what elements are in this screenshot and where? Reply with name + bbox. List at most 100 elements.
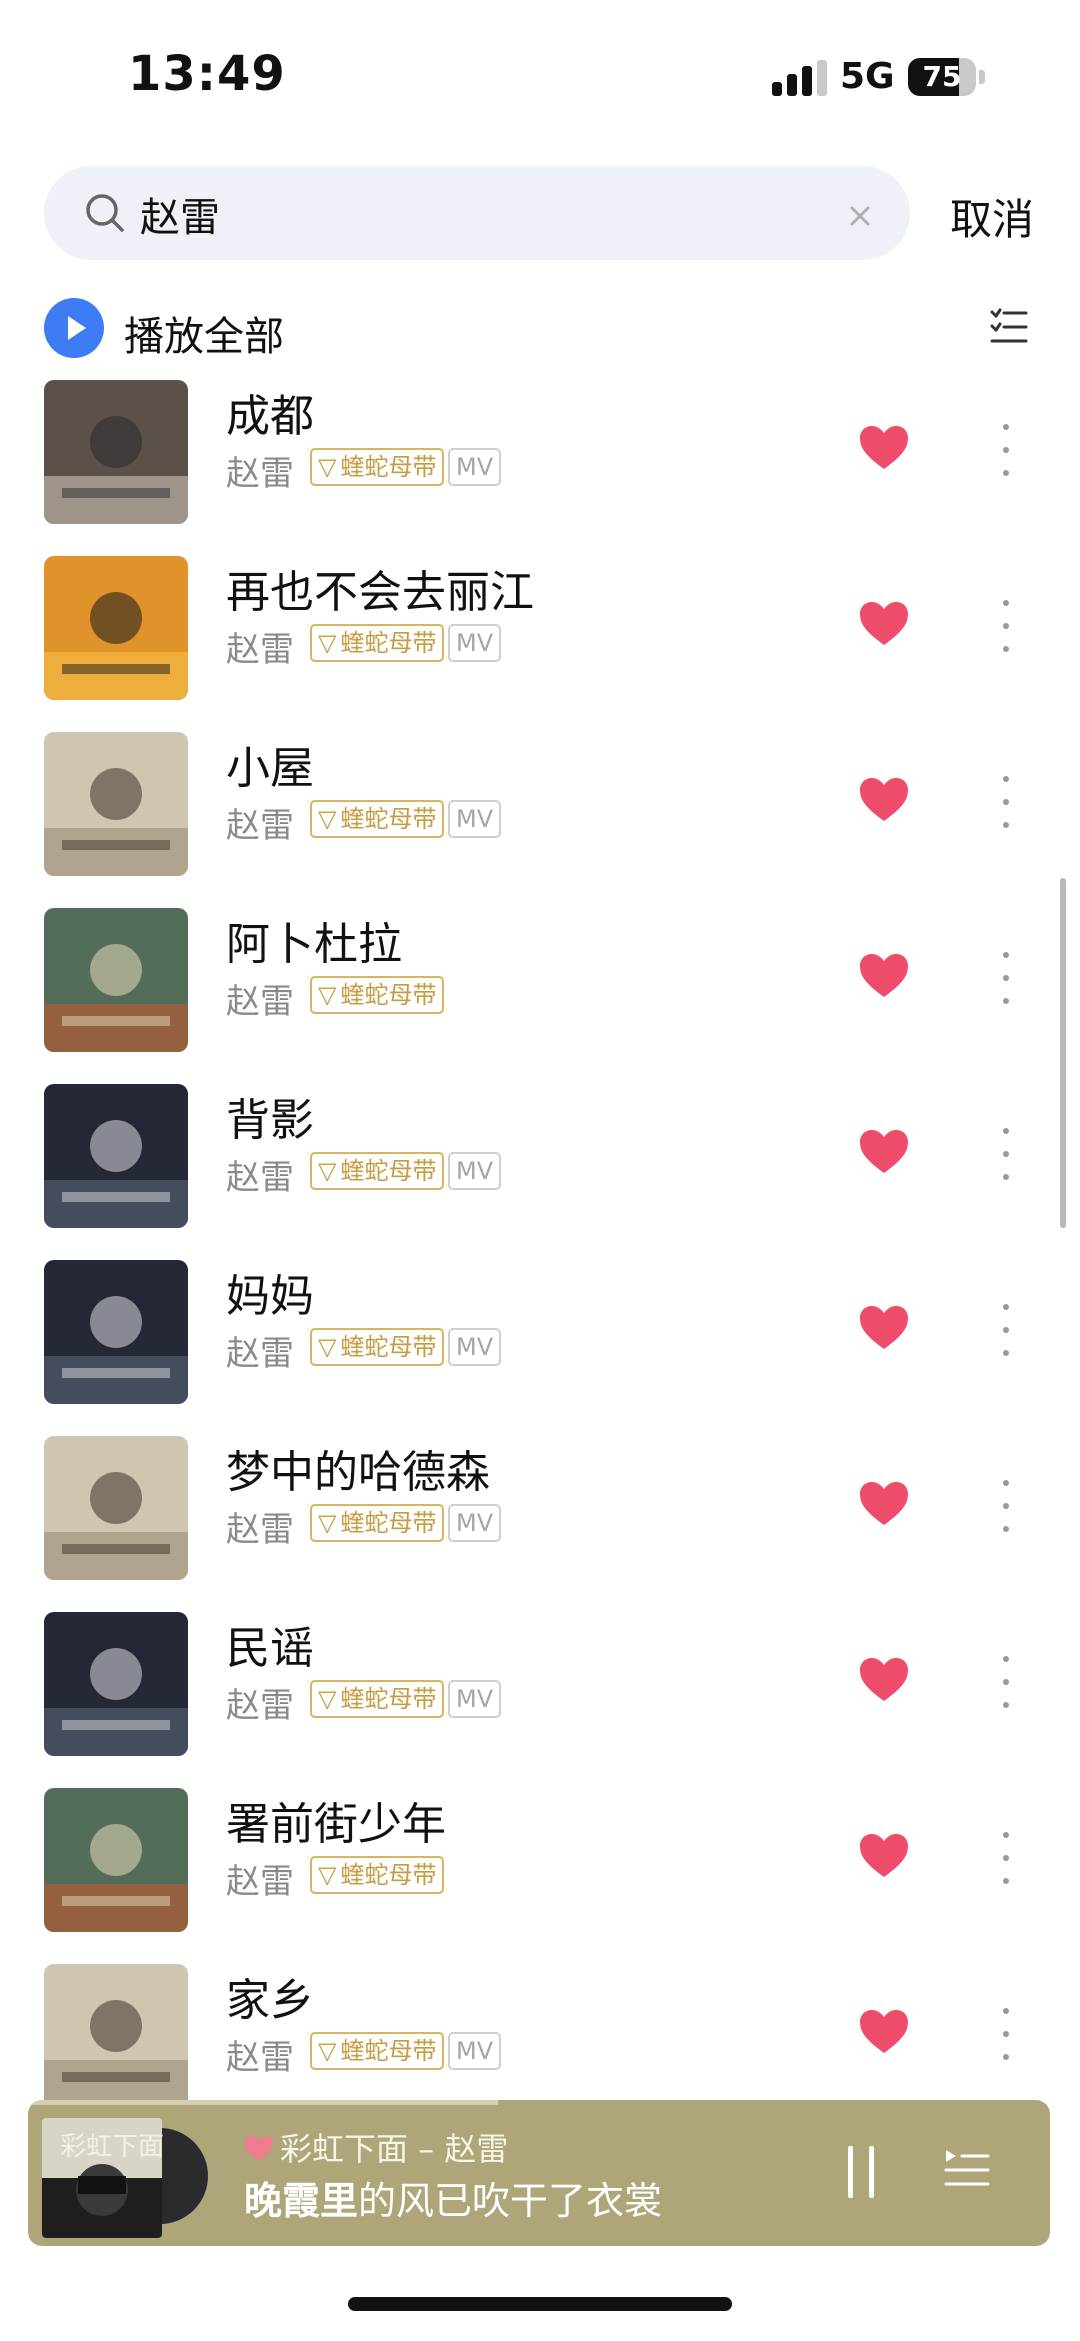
more-options-icon[interactable] bbox=[998, 1300, 1014, 1360]
mini-player[interactable]: 彩虹下面 彩虹下面 – 赵雷 晚霞里的风已吹干了衣裳 bbox=[28, 2100, 1050, 2246]
now-playing-title: 彩虹下面 – 赵雷 bbox=[244, 2124, 508, 2170]
heart-icon[interactable] bbox=[858, 776, 910, 824]
now-playing-artwork[interactable]: 彩虹下面 bbox=[42, 2118, 208, 2238]
quality-badge: ▽ 蝰蛇母带 bbox=[310, 1856, 445, 1894]
search-bar[interactable] bbox=[44, 166, 910, 260]
heart-icon[interactable] bbox=[858, 2008, 910, 2056]
album-cover bbox=[44, 1084, 188, 1228]
quality-badge-label: 蝰蛇母带 bbox=[340, 805, 437, 833]
scrollbar[interactable] bbox=[1060, 878, 1066, 1228]
now-playing-label: 彩虹下面 – 赵雷 bbox=[280, 2130, 509, 2168]
album-cover bbox=[44, 1260, 188, 1404]
mv-badge[interactable]: MV bbox=[448, 800, 502, 838]
heart-icon[interactable] bbox=[858, 1832, 910, 1880]
status-bar: 13:49 5G 75 bbox=[0, 0, 1080, 150]
battery-nub bbox=[979, 70, 985, 84]
v-badge-icon: ▽ bbox=[318, 1861, 337, 1889]
quality-badge-label: 蝰蛇母带 bbox=[340, 629, 437, 657]
more-options-icon[interactable] bbox=[998, 1828, 1014, 1888]
song-row[interactable]: 再也不会去丽江 赵雷 ▽ 蝰蛇母带 MV bbox=[0, 534, 1080, 710]
song-row[interactable]: 阿卜杜拉 赵雷 ▽ 蝰蛇母带 bbox=[0, 886, 1080, 1062]
album-cover bbox=[44, 732, 188, 876]
quality-badge: ▽ 蝰蛇母带 bbox=[310, 624, 445, 662]
network-type: 5G bbox=[840, 56, 895, 97]
song-row[interactable]: 妈妈赵雷 ▽ 蝰蛇母带 MV bbox=[0, 1238, 1080, 1414]
song-title: 背影 bbox=[226, 1095, 314, 1146]
mv-badge[interactable]: MV bbox=[448, 624, 502, 662]
lyric-sung: 晚霞里 bbox=[244, 2179, 359, 2223]
song-title: 成都 bbox=[226, 391, 314, 442]
mv-badge[interactable]: MV bbox=[448, 1680, 502, 1718]
home-indicator[interactable] bbox=[348, 2297, 732, 2311]
song-title: 民谣 bbox=[226, 1623, 314, 1674]
mv-badge[interactable]: MV bbox=[448, 1328, 502, 1366]
v-badge-icon: ▽ bbox=[318, 1685, 337, 1713]
playback-progress bbox=[28, 2100, 499, 2105]
album-cover bbox=[44, 1436, 188, 1580]
song-title: 阿卜杜拉 bbox=[226, 919, 402, 970]
more-options-icon[interactable] bbox=[998, 948, 1014, 1008]
song-artist: 赵雷 bbox=[226, 1510, 294, 1550]
clear-search-icon[interactable] bbox=[840, 196, 880, 236]
mv-badge[interactable]: MV bbox=[448, 2032, 502, 2070]
song-row[interactable]: 背影 赵雷 ▽ 蝰蛇母带 MV bbox=[0, 1062, 1080, 1238]
album-cover bbox=[44, 556, 188, 700]
song-title: 梦中的哈德森 bbox=[226, 1447, 490, 1498]
lyric-line: 晚霞里的风已吹干了衣裳 bbox=[244, 2170, 662, 2225]
more-options-icon[interactable] bbox=[998, 1476, 1014, 1536]
heart-icon[interactable] bbox=[858, 952, 910, 1000]
heart-icon[interactable] bbox=[858, 1656, 910, 1704]
mv-badge[interactable]: MV bbox=[448, 1504, 502, 1542]
heart-icon[interactable] bbox=[858, 1304, 910, 1352]
mv-badge[interactable]: MV bbox=[448, 448, 502, 486]
v-badge-icon: ▽ bbox=[318, 629, 337, 657]
liked-heart-icon[interactable] bbox=[244, 2135, 274, 2163]
more-options-icon[interactable] bbox=[998, 1652, 1014, 1712]
song-title: 妈妈 bbox=[226, 1271, 314, 1322]
song-row[interactable]: 民谣 赵雷 ▽ 蝰蛇母带 MV bbox=[0, 1590, 1080, 1766]
album-cover bbox=[44, 1964, 188, 2108]
mv-badge[interactable]: MV bbox=[448, 1152, 502, 1190]
song-title: 家乡 bbox=[226, 1975, 314, 2026]
album-cover bbox=[44, 1788, 188, 1932]
more-options-icon[interactable] bbox=[998, 596, 1014, 656]
status-time: 13:49 bbox=[128, 46, 286, 102]
search-icon bbox=[86, 194, 124, 232]
v-badge-icon: ▽ bbox=[318, 981, 337, 1009]
song-row[interactable]: 署前街少年 赵雷 ▽ 蝰蛇母带 bbox=[0, 1766, 1080, 1942]
v-badge-icon: ▽ bbox=[318, 1333, 337, 1361]
heart-icon[interactable] bbox=[858, 1128, 910, 1176]
more-options-icon[interactable] bbox=[998, 2004, 1014, 2064]
song-artist: 赵雷 bbox=[226, 1334, 294, 1374]
multi-select-icon[interactable] bbox=[988, 306, 1028, 346]
song-row[interactable]: 梦中的哈德森 赵雷 ▽ 蝰蛇母带 MV bbox=[0, 1414, 1080, 1590]
cancel-button[interactable]: 取消 bbox=[950, 186, 1034, 247]
more-options-icon[interactable] bbox=[998, 420, 1014, 480]
quality-badge-label: 蝰蛇母带 bbox=[340, 1333, 437, 1361]
quality-badge-label: 蝰蛇母带 bbox=[340, 1157, 437, 1185]
album-cover bbox=[44, 1612, 188, 1756]
more-options-icon[interactable] bbox=[998, 772, 1014, 832]
song-row[interactable]: 小屋 赵雷 ▽ 蝰蛇母带 MV bbox=[0, 710, 1080, 886]
playlist-queue-icon[interactable] bbox=[942, 2144, 992, 2194]
quality-badge-label: 蝰蛇母带 bbox=[340, 2037, 437, 2065]
more-options-icon[interactable] bbox=[998, 1124, 1014, 1184]
album-cover bbox=[44, 380, 188, 524]
play-icon bbox=[44, 298, 104, 358]
v-badge-icon: ▽ bbox=[318, 2037, 337, 2065]
cellular-signal-icon bbox=[772, 60, 828, 96]
quality-badge-label: 蝰蛇母带 bbox=[340, 1861, 437, 1889]
quality-badge-label: 蝰蛇母带 bbox=[340, 981, 437, 1009]
quality-badge: ▽ 蝰蛇母带 bbox=[310, 448, 445, 486]
search-input[interactable] bbox=[138, 180, 822, 248]
song-artist: 赵雷 bbox=[226, 630, 294, 670]
heart-icon[interactable] bbox=[858, 424, 910, 472]
heart-icon[interactable] bbox=[858, 1480, 910, 1528]
song-row[interactable]: 家乡 赵雷 ▽ 蝰蛇母带 MV bbox=[0, 1942, 1080, 2118]
heart-icon[interactable] bbox=[858, 600, 910, 648]
battery-icon: 75 bbox=[908, 58, 976, 96]
battery-percentage: 75 bbox=[922, 60, 962, 93]
pause-icon[interactable] bbox=[844, 2146, 878, 2198]
song-row[interactable]: 成都 赵雷 ▽ 蝰蛇母带 MV bbox=[0, 358, 1080, 534]
song-artist: 赵雷 bbox=[226, 1686, 294, 1726]
